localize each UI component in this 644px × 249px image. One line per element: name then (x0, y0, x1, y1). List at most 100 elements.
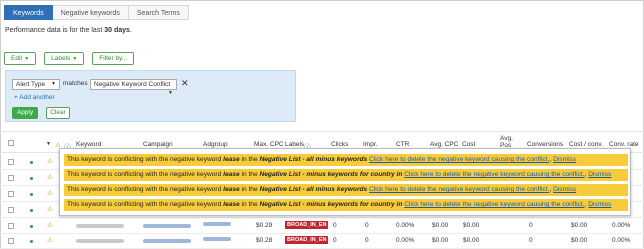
header-avg-cpc[interactable]: Avg. CPC (430, 141, 458, 148)
status-dot-icon (30, 177, 33, 180)
tab-keywords[interactable]: Keywords (4, 5, 53, 20)
label-tag: BROAD_IN_EN (285, 236, 329, 244)
adgroup-link[interactable] (203, 222, 231, 226)
dismiss-link[interactable]: Dismiss (553, 186, 576, 193)
conflict-in: in the (241, 201, 258, 208)
filter-value-select[interactable]: Negative Keyword Conflict ▼ (90, 79, 177, 96)
row-checkbox[interactable] (8, 175, 14, 181)
header-keyword[interactable]: Keyword (76, 141, 101, 148)
select-all-checkbox[interactable] (8, 140, 14, 146)
chevron-down-icon: ▼ (72, 56, 78, 62)
dismiss-link[interactable]: Dismiss (588, 201, 611, 208)
filter-value-text: Negative Keyword Conflict (94, 81, 171, 88)
conflict-text: This keyword is conflicting with the neg… (67, 186, 222, 193)
conflict-in: in the (241, 186, 258, 193)
apply-button[interactable]: Apply (12, 107, 38, 119)
conflict-message: This keyword is conflicting with the neg… (64, 169, 628, 181)
conflict-list-name: Negative List - minus keywords for count… (259, 201, 403, 208)
tab-search-terms[interactable]: Search Terms (128, 5, 189, 20)
impr-value: 0 (365, 237, 369, 244)
conversions-value: 0 (529, 237, 533, 244)
header-labels[interactable]: Labels (285, 141, 304, 148)
chevron-down-icon: ▼ (168, 90, 173, 96)
conv-rate-value: 0.00% (612, 237, 631, 244)
header-conv-rate[interactable]: Conv. rate (609, 141, 639, 148)
conflict-popup: This keyword is conflicting with the neg… (59, 148, 631, 216)
warning-icon[interactable]: ⚠ (47, 205, 53, 213)
conflict-keyword: lease (223, 201, 240, 208)
row-checkbox[interactable] (8, 238, 14, 244)
conflict-list-name: Negative List - all minus keywords (259, 186, 368, 193)
campaign-link[interactable] (143, 224, 191, 228)
toolbar: Edit ▼ Labels ▼ Filter by... (4, 52, 135, 65)
performance-period: 30 days (104, 27, 130, 34)
conflict-keyword: lease (223, 156, 240, 163)
header-cost-conv[interactable]: Cost / conv. (569, 141, 603, 148)
row-checkbox[interactable] (8, 207, 14, 213)
conversions-value: 0 (529, 222, 533, 229)
close-icon[interactable]: ✕ (181, 78, 189, 89)
label-tag: BROAD_IN_EN (285, 221, 329, 229)
header-impr[interactable]: Impr. (363, 141, 377, 148)
status-dot-icon (30, 240, 33, 243)
labels-button[interactable]: Labels ▼ (44, 52, 85, 65)
add-another-link[interactable]: + Add another (14, 94, 55, 101)
clear-button[interactable]: Clear (46, 107, 70, 119)
status-dot-icon (30, 225, 33, 228)
avg-cpc-value: $0.00 (432, 222, 449, 229)
edit-button[interactable]: Edit ▼ (4, 52, 37, 65)
table-row[interactable]: ⚠ $0.29 BROAD_IN_EN 0 0 0.00% $0.00 $0.00 0 $0.00… (0, 218, 644, 234)
campaign-link[interactable] (143, 239, 191, 243)
warning-icon[interactable]: ⚠ (47, 157, 53, 165)
conflict-list-name: Negative List - all minus keywords (259, 156, 368, 163)
filter-field-value: Alert Type (16, 81, 46, 88)
header-cost[interactable]: Cost (462, 141, 475, 148)
delete-negative-keyword-link[interactable]: Click here to delete the negative keywor… (369, 156, 549, 163)
performance-suffix: . (129, 27, 132, 34)
ctr-value: 0.00% (396, 222, 415, 229)
table-row[interactable]: ⚠ $0.28 BROAD_IN_EN 0 0 0.00% $0.00 $0.00 0 $0.00… (0, 233, 644, 249)
warning-icon[interactable]: ⚠ (47, 189, 53, 197)
edit-label: Edit (11, 55, 23, 62)
warning-icon[interactable]: ⚠ (47, 173, 53, 181)
filter-operator: matches (63, 80, 88, 87)
row-checkbox[interactable] (8, 159, 14, 165)
header-adgroup[interactable]: Adgroup (203, 141, 228, 148)
header-ctr[interactable]: CTR (396, 141, 409, 148)
adgroup-link[interactable] (203, 237, 231, 241)
filter-panel: Alert Type ▼ matches Negative Keyword Co… (5, 70, 296, 122)
labels-label: Labels (51, 55, 71, 62)
warning-icon[interactable]: ⚠ (47, 236, 53, 244)
row-checkbox[interactable] (8, 223, 14, 229)
ctr-value: 0.00% (396, 237, 415, 244)
conflict-text: This keyword is conflicting with the neg… (67, 156, 222, 163)
dismiss-link[interactable]: Dismiss (588, 171, 611, 178)
status-dot-icon (30, 193, 33, 196)
delete-negative-keyword-link[interactable]: Click here to delete the negative keywor… (404, 201, 584, 208)
delete-negative-keyword-link[interactable]: Click here to delete the negative keywor… (404, 171, 584, 178)
cost-value: $0.00 (463, 237, 480, 244)
sort-caret-icon[interactable]: ▼ (46, 141, 51, 147)
cost-conv-value: $0.00 (571, 222, 588, 229)
conflict-message: This keyword is conflicting with the neg… (64, 199, 628, 211)
dismiss-link[interactable]: Dismiss (553, 156, 576, 163)
max-cpc-value[interactable]: $0.28 (256, 237, 272, 244)
conflict-text: This keyword is conflicting with the neg… (67, 201, 222, 208)
max-cpc-value[interactable]: $0.29 (256, 222, 272, 229)
conflict-message: This keyword is conflicting with the neg… (64, 154, 628, 166)
tab-negative-keywords[interactable]: Negative keywords (52, 5, 129, 20)
chevron-down-icon: ▼ (24, 56, 30, 62)
status-dot-icon (30, 161, 33, 164)
warning-icon[interactable]: ⚠ (47, 221, 53, 229)
delete-negative-keyword-link[interactable]: Click here to delete the negative keywor… (369, 186, 549, 193)
header-conversions[interactable]: Conversions (527, 141, 563, 148)
row-checkbox[interactable] (8, 191, 14, 197)
header-campaign[interactable]: Campaign (143, 141, 173, 148)
filter-field-select[interactable]: Alert Type ▼ (12, 79, 60, 90)
header-avg-pos[interactable]: Avg. Pos (500, 135, 518, 149)
performance-prefix: Performance data is for the last (5, 27, 103, 34)
header-max-cpc[interactable]: Max. CPC (254, 141, 284, 148)
filter-by-button[interactable]: Filter by... (92, 52, 135, 65)
header-clicks[interactable]: Clicks (331, 141, 348, 148)
conv-rate-value: 0.00% (612, 222, 631, 229)
